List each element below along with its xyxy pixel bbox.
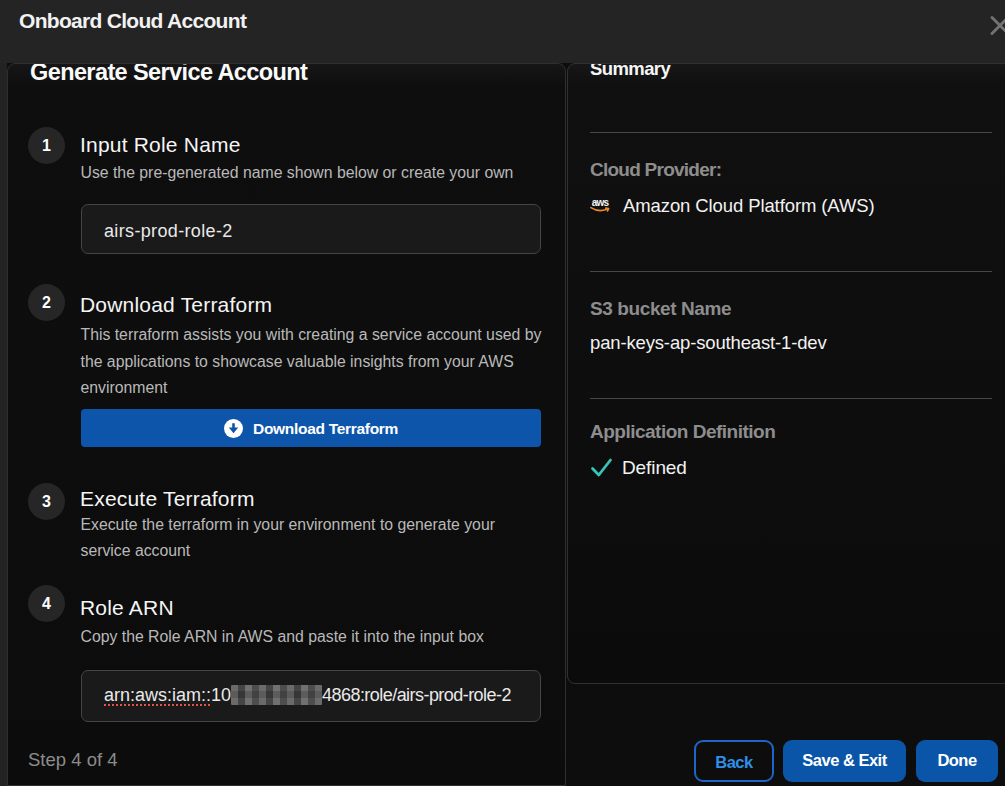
svg-text:aws: aws (592, 197, 610, 208)
